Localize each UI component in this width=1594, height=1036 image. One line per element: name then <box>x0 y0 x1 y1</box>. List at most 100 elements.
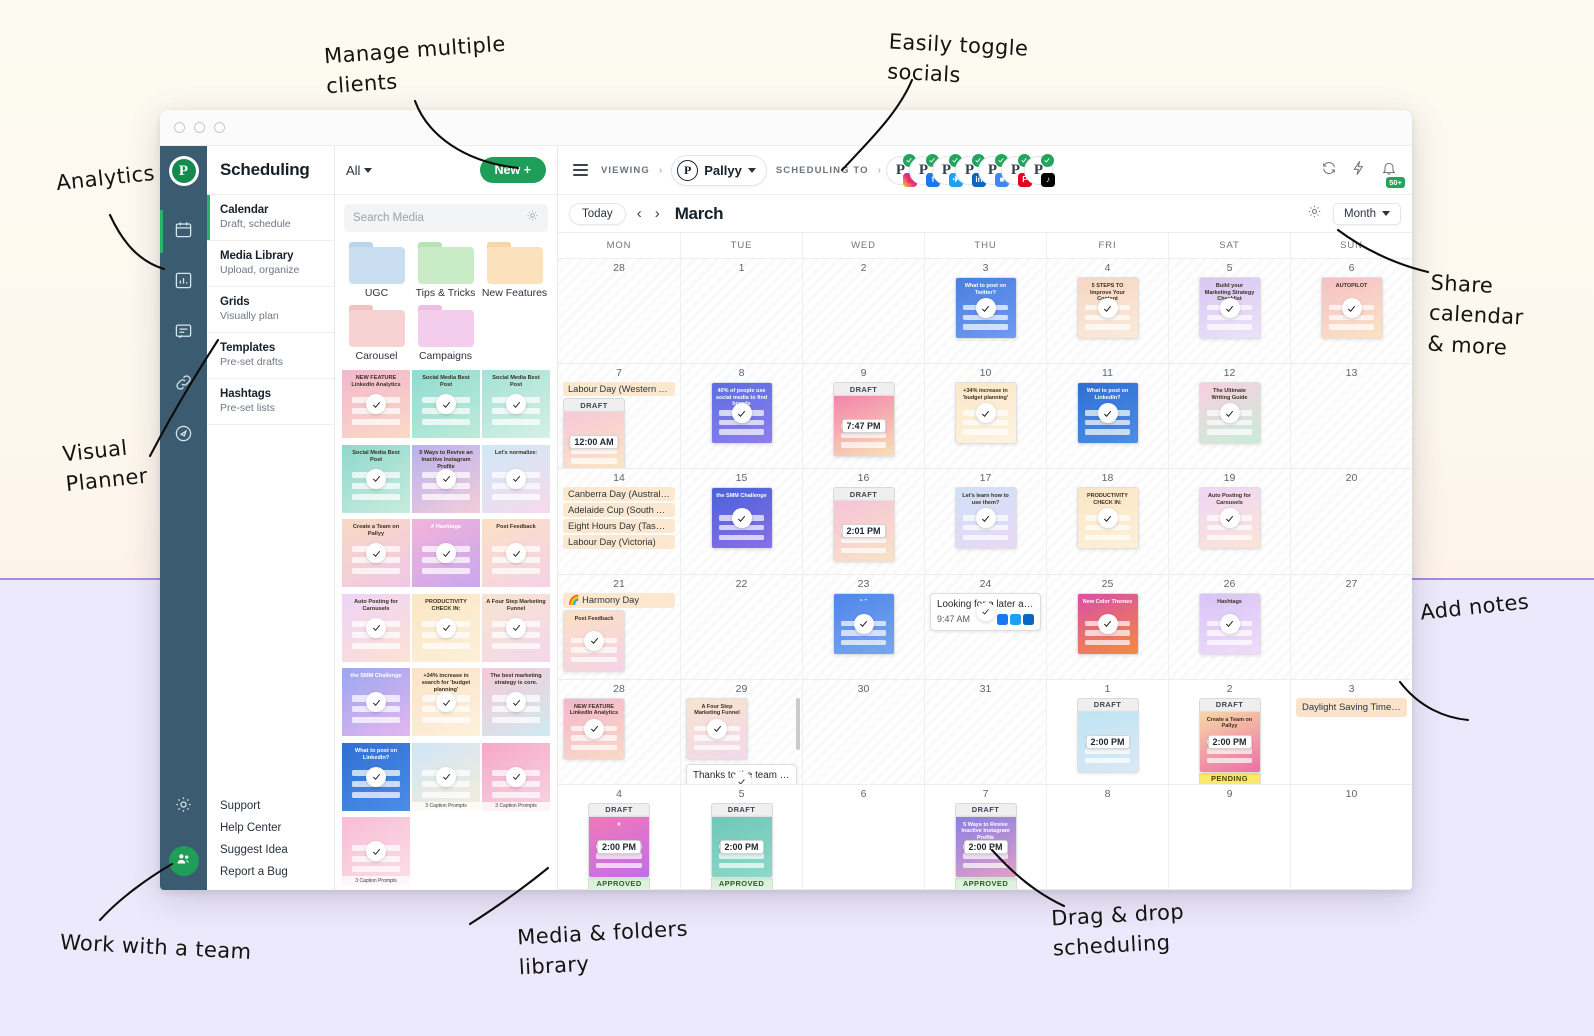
calendar-post-card[interactable]: DRAFT Create a Team on Pallyy 2:00 PM PENDI… <box>1198 697 1261 784</box>
window-minimize-dot[interactable] <box>194 122 205 133</box>
calendar-day-cell[interactable]: 22 <box>680 574 802 679</box>
calendar-post-card[interactable]: +34% increase in 'budget planning' <box>954 382 1017 445</box>
calendar-day-cell[interactable]: 24 Looking for a later altern…9:47 AM <box>924 574 1046 679</box>
calendar-post-card[interactable]: DRAFT 2:00 PM <box>1076 697 1139 773</box>
nav-item-media-library[interactable]: Media Library Upload, organize <box>207 241 334 287</box>
calendar-post-card[interactable]: What to post on LinkedIn? <box>1076 382 1139 445</box>
media-thumbnail[interactable]: NEW FEATURE LinkedIn Analytics <box>342 370 410 438</box>
media-thumbnail[interactable]: A Four Step Marketing Funnel <box>482 593 550 662</box>
media-filter-dropdown[interactable]: All <box>346 163 373 178</box>
calendar-day-cell[interactable]: 26 Hashtags <box>1168 574 1290 679</box>
calendar-day-cell[interactable]: 23 “ ” <box>802 574 924 679</box>
window-maximize-dot[interactable] <box>214 122 225 133</box>
calendar-day-cell[interactable]: 8 40% of people use social media to find … <box>680 364 802 469</box>
media-folder[interactable]: New Features <box>480 242 549 299</box>
calendar-post-card[interactable]: Let's learn how to use them? <box>954 487 1017 550</box>
calendar-day-cell[interactable]: 14 Canberra Day (Australia… Adelaide Cup (… <box>558 469 680 574</box>
calendar-day-cell[interactable]: 2 DRAFT Create a Team on Pallyy 2:00 PM PEND… <box>1168 679 1290 784</box>
calendar-post-card[interactable]: DRAFT 12:00 AM <box>563 398 625 469</box>
nav-item-calendar[interactable]: Calendar Draft, schedule <box>207 195 334 241</box>
calendar-post-card[interactable]: Build your Marketing Strategy Checklist <box>1198 277 1261 339</box>
calendar-post-card[interactable]: Post Feedback <box>563 609 625 672</box>
media-thumbnail[interactable]: Social Media Best Post <box>482 370 550 438</box>
calendar-day-cell[interactable]: 7 Labour Day (Western Aus… DRAFT 12:00 AM <box>558 364 680 469</box>
calendar-day-cell[interactable]: 3 What to post on Twitter? <box>924 259 1046 364</box>
calendar-text-post-dragging[interactable]: Thanks to the team at B… <box>686 763 797 784</box>
client-selector[interactable]: P Pallyy <box>671 154 767 186</box>
view-mode-dropdown[interactable]: Month <box>1333 202 1401 225</box>
search-input[interactable] <box>353 212 526 224</box>
cell-scrollbar[interactable] <box>796 697 800 750</box>
calendar-post-card[interactable]: “ ” <box>832 592 895 655</box>
today-button[interactable]: Today <box>569 202 626 225</box>
lightning-icon[interactable] <box>1351 160 1367 181</box>
media-thumbnail[interactable]: Let's normalize: <box>482 444 550 513</box>
media-thumbnail[interactable]: 3 Caption Prompts <box>342 817 410 886</box>
media-thumbnail[interactable]: 3 Caption Prompts <box>412 742 480 811</box>
calendar-day-cell[interactable]: 30 <box>802 679 924 784</box>
calendar-day-cell[interactable]: 15 the SMM Challenge <box>680 469 802 574</box>
hamburger-icon[interactable] <box>569 160 592 179</box>
prev-month-button[interactable]: ‹ <box>635 205 644 222</box>
media-thumbnail[interactable]: the SMM Challenge <box>342 668 410 737</box>
calendar-day-cell[interactable]: 11 What to post on LinkedIn? <box>1046 364 1168 469</box>
calendar-post-card[interactable]: The Ultimate Writing Guide <box>1198 382 1261 445</box>
media-thumbnail[interactable]: 3 Caption Prompts <box>482 742 550 811</box>
calendar-day-cell[interactable]: 31 <box>924 679 1046 784</box>
social-toggle-tiktok[interactable]: P ♪ <box>1023 153 1055 187</box>
calendar-day-cell[interactable]: 5 Build your Marketing Strategy Checklist <box>1168 259 1290 364</box>
calendar-post-card[interactable]: DRAFT 2:01 PM <box>832 487 895 563</box>
calendar-post-card[interactable]: New Color Themes <box>1076 592 1139 655</box>
calendar-text-post[interactable]: Looking for a later altern…9:47 AM <box>930 592 1041 631</box>
calendar-day-cell[interactable]: 28 <box>558 259 680 364</box>
calendar-day-cell[interactable]: 10 <box>1290 784 1412 890</box>
nav-item-templates[interactable]: Templates Pre-set drafts <box>207 333 334 379</box>
calendar-post-card[interactable]: AUTOPILOT <box>1320 277 1383 339</box>
calendar-day-cell[interactable]: 18 PRODUCTIVITY CHECK IN: <box>1046 469 1168 574</box>
media-thumbnail[interactable]: Create a Team on Pallyy <box>342 519 410 588</box>
calendar-day-cell[interactable]: 17 Let's learn how to use them? <box>924 469 1046 574</box>
media-thumbnail[interactable]: Post Feedback <box>482 519 550 588</box>
calendar-day-cell[interactable]: 1 <box>680 259 802 364</box>
refresh-icon[interactable] <box>1321 160 1337 181</box>
media-thumbnail[interactable]: Social Media Best Post <box>342 444 410 513</box>
calendar-day-cell[interactable]: 19 Auto Posting for Carousels <box>1168 469 1290 574</box>
calendar-day-cell[interactable]: 28 NEW FEATURE LinkedIn Analytics <box>558 679 680 784</box>
calendar-day-cell[interactable]: 6 <box>802 784 924 890</box>
bell-icon[interactable]: 50+ <box>1381 160 1405 188</box>
media-thumbnail[interactable]: What to post on LinkedIn? <box>342 742 410 811</box>
calendar-day-cell[interactable]: 2 <box>802 259 924 364</box>
media-thumbnail[interactable]: Social Media Best Post <box>412 370 480 438</box>
app-logo[interactable]: P <box>168 156 199 186</box>
calendar-day-cell[interactable]: 4 DRAFT #2:00 PM APPROVED <box>558 785 680 890</box>
calendar-post-card[interactable]: DRAFT 7:47 PM <box>832 382 895 458</box>
calendar-day-cell[interactable]: 21 🌈 Harmony Day Post Feedback <box>558 574 680 679</box>
calendar-day-cell[interactable]: 1 DRAFT 2:00 PM <box>1046 679 1168 784</box>
media-thumbnail[interactable]: Auto Posting for Carousels <box>342 593 410 662</box>
calendar-day-cell[interactable]: 4 5 STEPS TO Improve Your Content <box>1046 259 1168 364</box>
calendar-day-cell[interactable]: 9 DRAFT 7:47 PM <box>802 364 924 469</box>
nav-item-grids[interactable]: Grids Visually plan <box>207 287 334 333</box>
calendar-post-card[interactable]: DRAFT #2:00 PM APPROVED <box>588 802 650 890</box>
nav-footer-report-a-bug[interactable]: Report a Bug <box>220 866 334 878</box>
calendar-post-card[interactable]: PRODUCTIVITY CHECK IN: <box>1076 487 1139 550</box>
calendar-day-cell[interactable]: 13 <box>1290 364 1412 469</box>
calendar-post-card[interactable]: NEW FEATURE LinkedIn Analytics <box>563 697 625 760</box>
calendar-settings-icon[interactable] <box>1307 204 1322 224</box>
nav-footer-suggest-idea[interactable]: Suggest Idea <box>220 844 334 856</box>
calendar-post-card[interactable]: 5 STEPS TO Improve Your Content <box>1076 277 1139 339</box>
calendar-post-card[interactable]: Hashtags <box>1198 592 1261 655</box>
calendar-post-card[interactable]: What to post on Twitter? <box>954 277 1017 339</box>
calendar-day-cell[interactable]: 3 Daylight Saving Time ends <box>1290 679 1412 784</box>
media-settings-icon[interactable] <box>526 209 539 227</box>
calendar-day-cell[interactable]: 25 New Color Themes <box>1046 574 1168 679</box>
window-close-dot[interactable] <box>174 122 185 133</box>
media-thumbnail[interactable]: +34% increase in search for 'budget plan… <box>412 668 480 737</box>
calendar-day-cell[interactable]: 10 +34% increase in 'budget planning' <box>924 364 1046 469</box>
nav-footer-help-center[interactable]: Help Center <box>220 822 334 834</box>
media-folder[interactable]: Tips & Tricks <box>411 242 480 299</box>
media-thumbnail[interactable]: PRODUCTIVITY CHECK IN: <box>412 593 480 662</box>
media-folder[interactable]: UGC <box>342 242 411 299</box>
calendar-day-cell[interactable]: 9 <box>1168 784 1290 890</box>
media-folder[interactable]: Carousel <box>342 305 411 362</box>
